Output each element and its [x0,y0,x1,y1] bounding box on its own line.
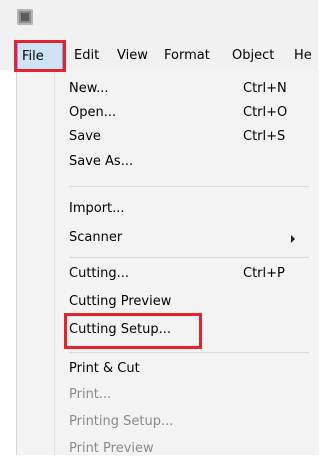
menu-item-save[interactable]: Save Ctrl+S [17,125,317,149]
file-menu-highlight [14,40,66,72]
menu-item-label: New... [69,81,109,96]
menu-item-print-and-cut[interactable]: Print & Cut [17,357,317,381]
menu-separator [69,352,309,353]
menu-item-save-as[interactable]: Save As... [17,150,317,174]
menu-item-printing-setup[interactable]: Printing Setup... [17,410,317,434]
menu-item-shortcut: Ctrl+S [243,129,286,144]
menu-view[interactable]: View [113,42,152,70]
menu-item-label: Save [69,129,101,144]
menu-item-label: Import... [69,201,125,216]
submenu-arrow-icon [291,235,295,243]
menu-item-label: Cutting Preview [69,294,172,309]
menu-item-cutting-preview[interactable]: Cutting Preview [17,290,317,314]
menu-item-label: Print Preview [69,441,154,456]
menu-item-new[interactable]: New... Ctrl+N [17,77,317,101]
menu-separator [69,257,309,258]
menu-item-shortcut: Ctrl+O [243,105,288,120]
menu-help[interactable]: He [290,42,316,70]
menu-item-open[interactable]: Open... Ctrl+O [17,101,317,125]
menu-item-label: Print... [69,387,112,402]
menu-item-cutting[interactable]: Cutting... Ctrl+P [17,262,317,286]
menu-item-print-preview[interactable]: Print Preview [17,437,317,461]
menu-edit[interactable]: Edit [70,42,103,70]
menu-item-label: Save As... [69,154,134,169]
menu-separator [69,186,309,187]
menu-item-label: Scanner [69,230,123,245]
app-icon [17,9,33,25]
menu-item-shortcut: Ctrl+N [243,81,287,96]
cutting-setup-highlight [64,313,202,349]
menu-item-label: Cutting... [69,266,130,281]
menu-item-label: Open... [69,105,117,120]
menu-item-label: Printing Setup... [69,414,174,429]
file-menu-dropdown: New... Ctrl+N Open... Ctrl+O Save Ctrl+S… [16,70,319,456]
menu-item-scanner[interactable]: Scanner [17,226,317,250]
title-bar [0,0,318,42]
menu-object[interactable]: Object [228,42,278,70]
menu-item-shortcut: Ctrl+P [243,266,285,281]
menu-item-print[interactable]: Print... [17,383,317,407]
menu-item-label: Print & Cut [69,361,140,376]
menu-item-import[interactable]: Import... [17,197,317,221]
menu-format[interactable]: Format [160,42,214,70]
